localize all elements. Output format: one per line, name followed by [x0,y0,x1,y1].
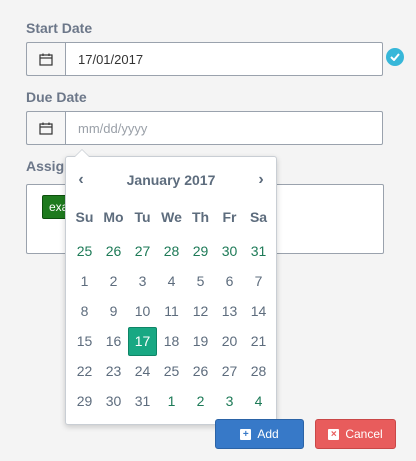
add-button-label: Add [257,427,279,441]
day-cell[interactable]: 31 [128,387,157,416]
next-month-icon[interactable]: › [246,171,276,189]
weekday-label: We [161,209,182,225]
day-cell[interactable]: 1 [70,267,99,296]
day-cell[interactable]: 8 [70,297,99,326]
start-date-label: Start Date [26,20,93,36]
day-cell[interactable]: 3 [128,267,157,296]
day-cell[interactable]: 13 [215,297,244,326]
day-cell[interactable]: 16 [99,327,128,356]
day-cell[interactable]: 28 [157,237,186,266]
calendar-icon[interactable] [26,42,65,76]
day-cell[interactable]: 4 [157,267,186,296]
day-cell[interactable]: 11 [157,297,186,326]
day-cell[interactable]: 10 [128,297,157,326]
weekday-row: Su Mo Tu We Th Fr Sa [70,209,274,229]
day-cell[interactable]: 26 [186,357,215,386]
start-date-input[interactable]: 17/01/2017 [65,42,383,76]
weekday-label: Sa [249,209,268,225]
day-cell[interactable]: 25 [157,357,186,386]
day-cell[interactable]: 2 [99,267,128,296]
weekday-label: Tu [134,209,151,225]
start-date-group: 17/01/2017 [26,42,383,76]
day-cell[interactable]: 23 [99,357,128,386]
day-cell[interactable]: 9 [99,297,128,326]
day-cell[interactable]: 27 [215,357,244,386]
day-cell[interactable]: 14 [244,297,273,326]
due-date-label: Due Date [26,89,87,105]
plus-square-icon: + [240,428,252,440]
day-cell[interactable]: 19 [186,327,215,356]
day-cell[interactable]: 22 [70,357,99,386]
weekday-label: Th [191,209,210,225]
weekday-label: Su [75,209,94,225]
week-row: 1234567 [70,267,274,296]
day-cell[interactable]: 15 [70,327,99,356]
day-cell[interactable]: 24 [128,357,157,386]
cancel-button-label: Cancel [345,427,383,441]
day-cell[interactable]: 21 [244,327,273,356]
day-cell[interactable]: 29 [186,237,215,266]
datepicker-header: ‹ January 2017 › [66,169,276,191]
day-cell[interactable]: 31 [244,237,273,266]
day-cell[interactable]: 2 [186,387,215,416]
week-row: 29 30 31 1 2 3 4 [70,387,274,416]
day-cell[interactable]: 5 [186,267,215,296]
day-cell[interactable]: 7 [244,267,273,296]
prev-month-icon[interactable]: ‹ [66,171,96,189]
day-cell[interactable]: 4 [244,387,273,416]
day-cell[interactable]: 12 [186,297,215,326]
add-button[interactable]: + Add [215,419,304,449]
day-cell[interactable]: 30 [99,387,128,416]
week-row: 8 9 10 11 12 13 14 [70,297,274,326]
due-date-group: mm/dd/yyyy [26,111,383,145]
day-cell[interactable]: 27 [128,237,157,266]
day-cell[interactable]: 30 [215,237,244,266]
day-cell[interactable]: 3 [215,387,244,416]
day-cell[interactable]: 28 [244,357,273,386]
datepicker-popup: ‹ January 2017 › Su Mo Tu We Th Fr Sa 25… [65,149,277,425]
month-label[interactable]: January 2017 [127,172,216,188]
week-row: 22 23 24 25 26 27 28 [70,357,274,386]
day-cell[interactable]: 29 [70,387,99,416]
day-cell[interactable]: 20 [215,327,244,356]
week-row: 15 16 17 18 19 20 21 [70,327,274,356]
week-row: 25 26 27 28 29 30 31 [70,237,274,266]
day-cell[interactable]: 26 [99,237,128,266]
cancel-button[interactable]: × Cancel [315,419,396,449]
day-cell[interactable]: 1 [157,387,186,416]
day-cell[interactable]: 18 [157,327,186,356]
calendar-icon[interactable] [26,111,65,145]
close-square-icon: × [328,428,340,440]
weekday-label: Fr [222,209,237,225]
valid-check-icon [386,48,404,66]
day-cell[interactable]: 25 [70,237,99,266]
day-cell[interactable]: 17 [128,327,157,356]
day-cell[interactable]: 6 [215,267,244,296]
due-date-input[interactable]: mm/dd/yyyy [65,111,383,145]
weekday-label: Mo [103,209,124,225]
